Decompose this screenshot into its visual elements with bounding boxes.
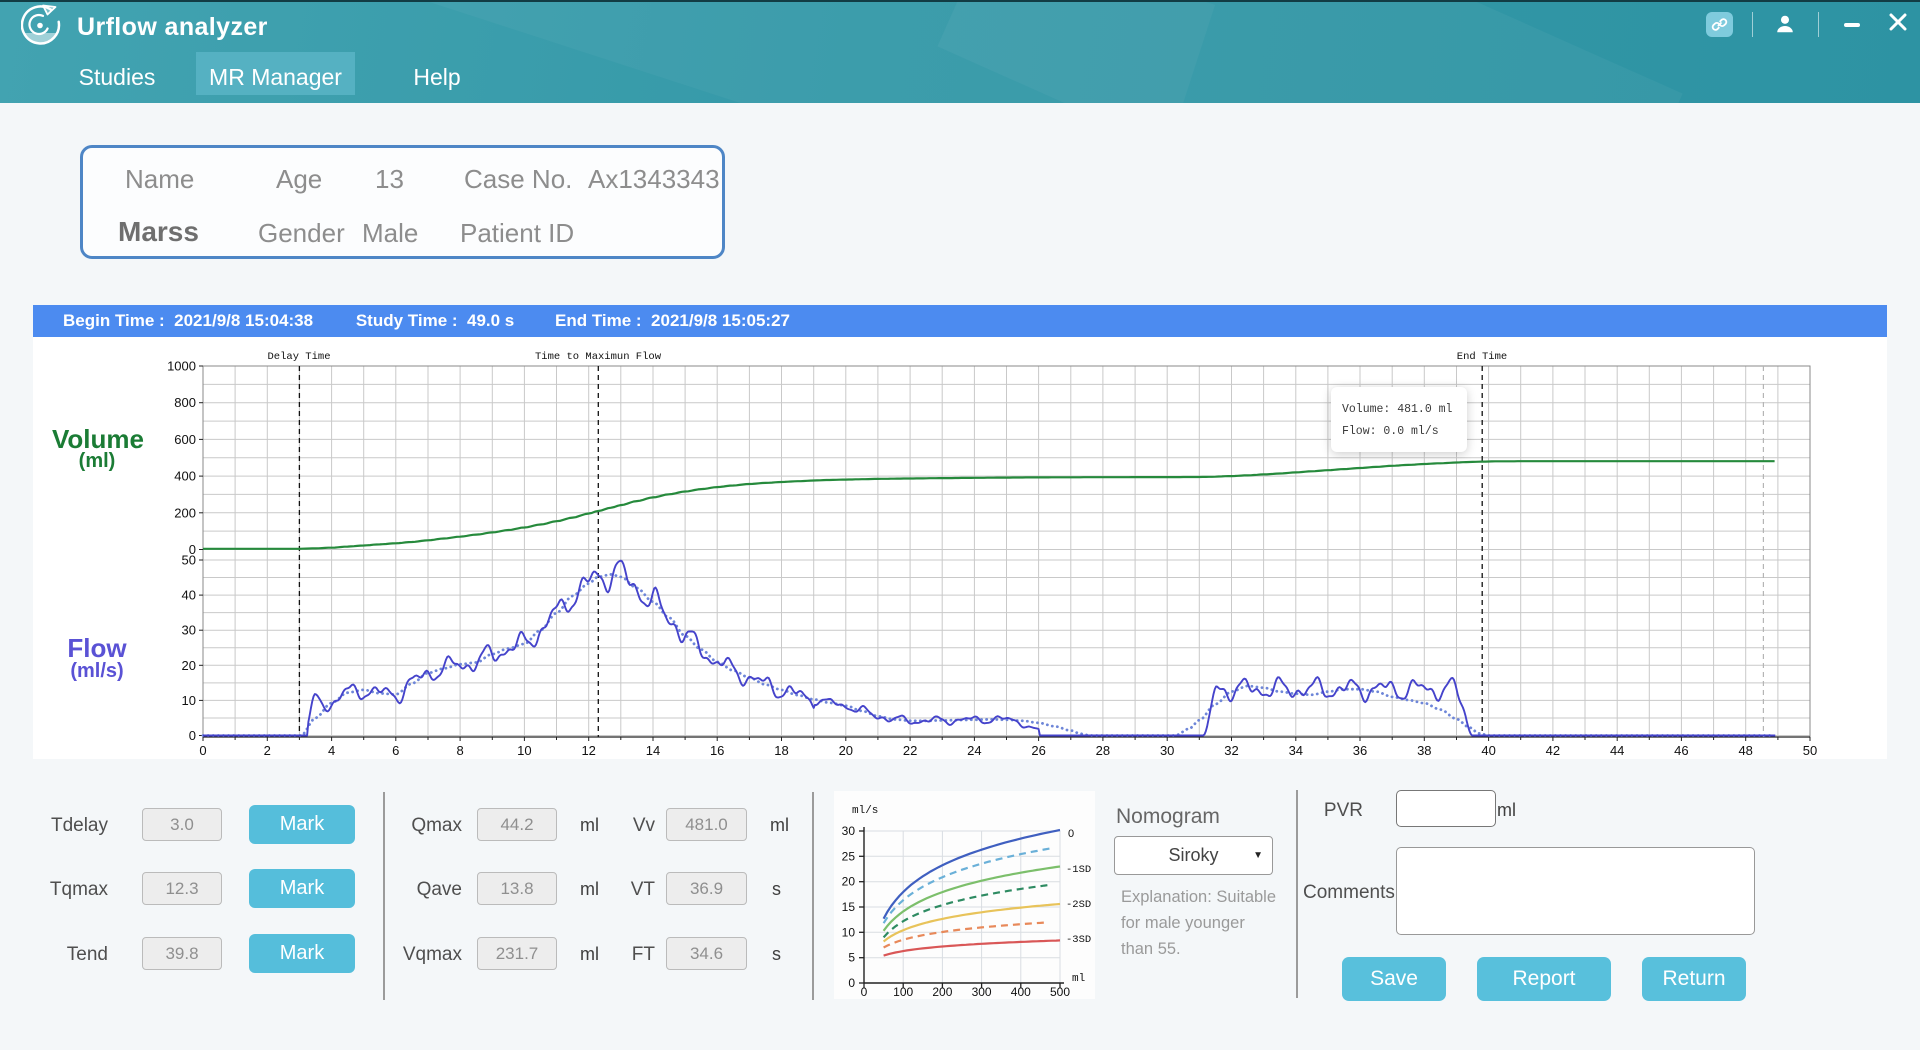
svg-text:ml/s: ml/s	[852, 805, 878, 817]
svg-text:26: 26	[1031, 743, 1045, 758]
svg-text:800: 800	[174, 395, 196, 410]
svg-text:10: 10	[517, 743, 531, 758]
svg-text:28: 28	[1096, 743, 1110, 758]
svg-text:12: 12	[581, 743, 595, 758]
svg-text:-2SD: -2SD	[1066, 899, 1091, 911]
svg-text:25: 25	[842, 849, 856, 863]
svg-text:200: 200	[174, 505, 196, 520]
svg-text:24: 24	[967, 743, 981, 758]
svg-text:ml: ml	[1072, 973, 1085, 985]
svg-text:30: 30	[1160, 743, 1174, 758]
svg-text:0: 0	[1068, 828, 1074, 840]
svg-text:400: 400	[174, 469, 196, 484]
svg-text:30: 30	[842, 824, 856, 838]
svg-text:48: 48	[1738, 743, 1752, 758]
svg-text:14: 14	[646, 743, 660, 758]
svg-text:22: 22	[903, 743, 917, 758]
svg-text:5: 5	[848, 951, 855, 965]
svg-text:10: 10	[842, 925, 856, 939]
svg-text:34: 34	[1289, 743, 1303, 758]
svg-text:Time to Maximun Flow: Time to Maximun Flow	[535, 351, 662, 363]
svg-text:16: 16	[710, 743, 724, 758]
svg-text:20: 20	[842, 875, 856, 889]
svg-text:20: 20	[839, 743, 853, 758]
svg-text:0: 0	[189, 728, 196, 743]
svg-text:32: 32	[1224, 743, 1238, 758]
svg-text:36: 36	[1353, 743, 1367, 758]
svg-text:38: 38	[1417, 743, 1431, 758]
svg-text:400: 400	[1011, 985, 1031, 999]
svg-text:44: 44	[1610, 743, 1624, 758]
svg-text:300: 300	[972, 985, 992, 999]
svg-text:0: 0	[861, 985, 868, 999]
svg-text:100: 100	[893, 985, 913, 999]
svg-text:20: 20	[182, 658, 196, 673]
svg-text:4: 4	[328, 743, 335, 758]
svg-text:0: 0	[848, 976, 855, 990]
svg-text:46: 46	[1674, 743, 1688, 758]
svg-text:End Time: End Time	[1457, 351, 1507, 363]
svg-text:40: 40	[182, 588, 196, 603]
svg-text:42: 42	[1546, 743, 1560, 758]
svg-text:-1SD: -1SD	[1066, 864, 1091, 876]
svg-text:500: 500	[1050, 985, 1070, 999]
svg-text:Delay Time: Delay Time	[267, 351, 330, 363]
svg-text:10: 10	[182, 693, 196, 708]
svg-text:50: 50	[1803, 743, 1817, 758]
svg-text:200: 200	[932, 985, 952, 999]
svg-text:50: 50	[182, 553, 196, 568]
svg-text:30: 30	[182, 623, 196, 638]
svg-text:6: 6	[392, 743, 399, 758]
svg-text:600: 600	[174, 432, 196, 447]
svg-text:18: 18	[774, 743, 788, 758]
svg-text:2: 2	[264, 743, 271, 758]
svg-text:1000: 1000	[167, 359, 196, 374]
svg-text:15: 15	[842, 900, 856, 914]
svg-text:-3SD: -3SD	[1066, 934, 1091, 946]
svg-text:40: 40	[1481, 743, 1495, 758]
svg-text:0: 0	[199, 743, 206, 758]
svg-text:8: 8	[456, 743, 463, 758]
